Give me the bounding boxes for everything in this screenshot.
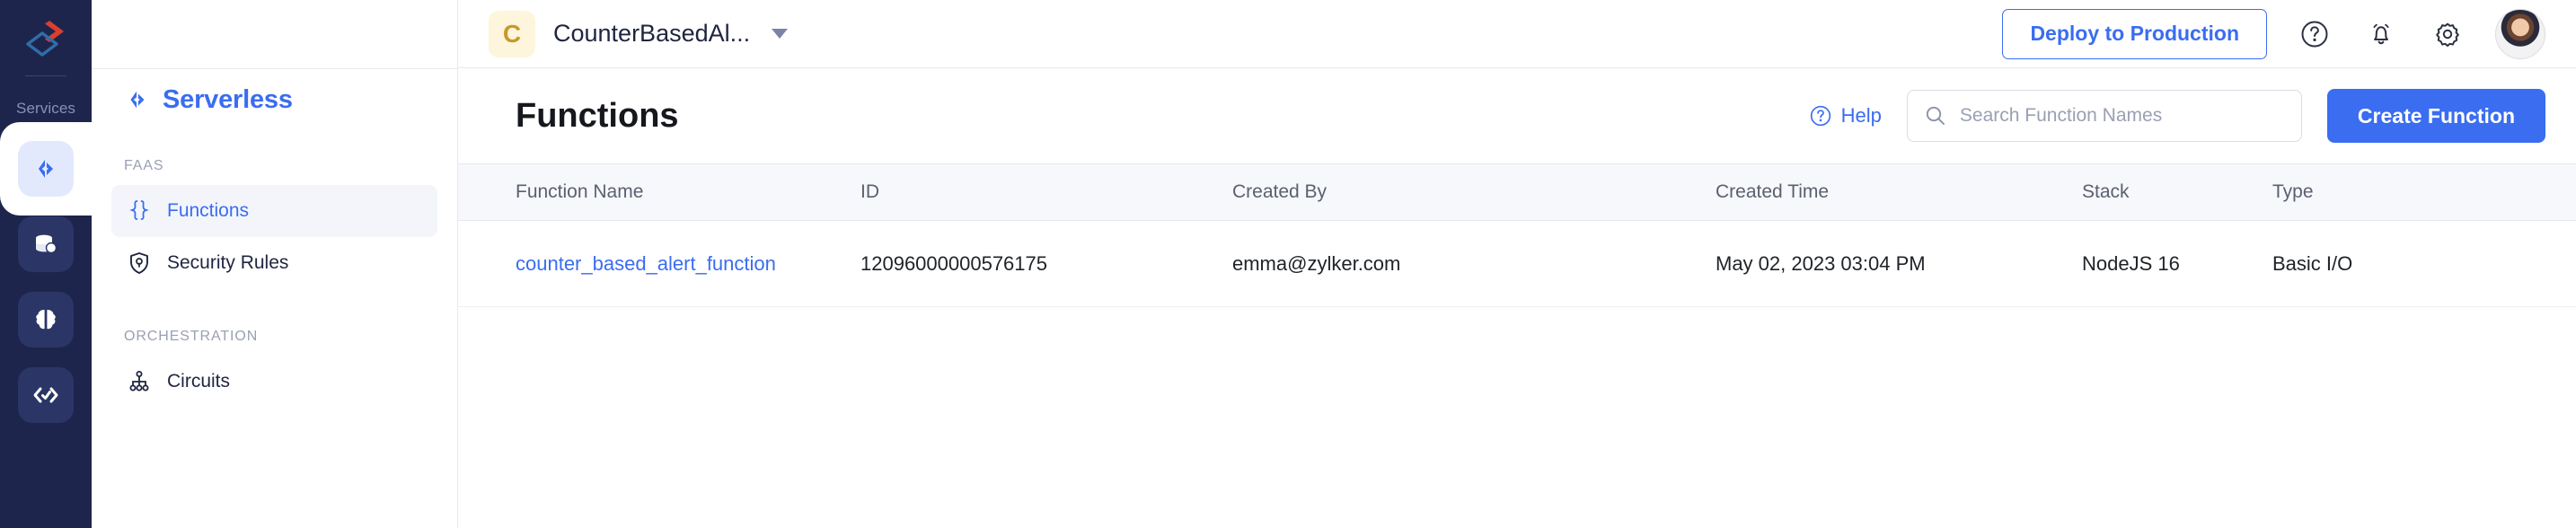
deploy-to-production-button[interactable]: Deploy to Production <box>2002 8 2267 59</box>
column-header-created-by: Created By <box>1232 181 1328 202</box>
sidebar-item-circuits[interactable]: Circuits <box>111 356 437 408</box>
sidebar-title: Serverless <box>92 68 457 131</box>
function-name-link[interactable]: counter_based_alert_function <box>516 252 776 275</box>
nav-group-label-orchestration: ORCHESTRATION <box>124 329 259 344</box>
user-avatar[interactable] <box>2495 8 2545 59</box>
content-header: Functions Help C <box>458 68 2576 163</box>
rail-item-datastore-wrap <box>0 216 92 272</box>
sidebar-item-label: Circuits <box>167 371 231 392</box>
rail-services-label: Services <box>16 100 75 117</box>
column-header-type: Type <box>2272 181 2314 202</box>
cell-id: 12096000000576175 <box>860 251 1048 275</box>
sidebar-item-label: Functions <box>167 200 250 221</box>
serverless-sidebar: Serverless FAAS Functions Security Rules <box>92 0 458 528</box>
cell-type: Basic I/O <box>2272 251 2353 275</box>
rail-item-devops[interactable] <box>18 367 74 423</box>
help-circle-icon <box>1810 105 1831 127</box>
rail-item-serverless-wrap <box>0 102 92 235</box>
chevron-down-icon <box>772 29 789 39</box>
main-area: C CounterBasedAl... Deploy to Production <box>458 0 2576 528</box>
functions-table: Function Name ID Created By Created Time… <box>458 163 2576 307</box>
sidebar-title-label: Serverless <box>163 84 293 114</box>
column-header-function-name: Function Name <box>516 181 644 202</box>
create-function-button[interactable]: Create Function <box>2326 89 2545 143</box>
cell-created-time: May 02, 2023 03:04 PM <box>1716 251 1926 275</box>
zoho-catalyst-logo-icon <box>26 21 64 57</box>
brain-icon <box>36 310 56 330</box>
table-row[interactable]: counter_based_alert_function 12096000000… <box>458 221 2576 307</box>
help-circle-icon[interactable] <box>2296 15 2333 53</box>
search-input[interactable] <box>1959 105 2285 127</box>
search-icon <box>1926 106 1945 125</box>
column-header-stack: Stack <box>2082 181 2130 202</box>
sidebar-item-label: Security Rules <box>167 252 289 273</box>
project-selector[interactable]: C CounterBasedAl... <box>489 10 789 57</box>
top-bar: C CounterBasedAl... Deploy to Production <box>458 0 2576 68</box>
nav-group-label-faas: FAAS <box>124 158 164 173</box>
cell-function-name: counter_based_alert_function <box>458 252 860 276</box>
database-icon <box>36 234 57 254</box>
sidebar-item-functions[interactable]: Functions <box>111 185 437 237</box>
services-rail: Services <box>0 0 92 528</box>
catalyst-logo[interactable] <box>0 0 92 68</box>
curly-braces-icon <box>128 199 151 223</box>
hierarchy-icon <box>128 370 151 393</box>
page-title: Functions <box>516 96 679 135</box>
sidebar-item-security-rules[interactable]: Security Rules <box>111 237 437 289</box>
app-root: Services Serverless FAAS Functions Secur… <box>0 0 2576 528</box>
help-button[interactable]: Help <box>1809 104 1882 128</box>
rail-divider <box>25 75 66 76</box>
content-actions: Help Create Function <box>1809 89 2545 143</box>
rail-item-devops-wrap <box>0 367 92 423</box>
bell-icon[interactable] <box>2362 15 2400 53</box>
rail-item-serverless[interactable] <box>18 141 74 197</box>
project-name: CounterBasedAl... <box>553 20 751 47</box>
shield-lock-icon <box>128 251 151 275</box>
rail-item-datastore[interactable] <box>18 216 74 272</box>
sidebar-divider <box>92 68 457 69</box>
project-initial-avatar: C <box>489 10 535 57</box>
code-chevrons-icon <box>130 91 145 109</box>
search-function-names[interactable] <box>1906 90 2302 142</box>
help-label: Help <box>1840 104 1882 127</box>
gear-icon[interactable] <box>2429 15 2466 53</box>
cell-stack: NodeJS 16 <box>2082 251 2180 275</box>
column-header-id: ID <box>860 181 879 202</box>
code-chevrons-icon <box>39 160 53 178</box>
rail-icon-list <box>0 102 92 423</box>
code-check-icon <box>33 387 58 403</box>
table-header-row: Function Name ID Created By Created Time… <box>458 163 2576 221</box>
column-header-created-time: Created Time <box>1716 181 1830 202</box>
rail-item-ai[interactable] <box>18 292 74 348</box>
top-bar-actions: Deploy to Production <box>2002 8 2545 59</box>
rail-item-ai-wrap <box>0 292 92 348</box>
cell-created-by: emma@zylker.com <box>1232 251 1401 275</box>
